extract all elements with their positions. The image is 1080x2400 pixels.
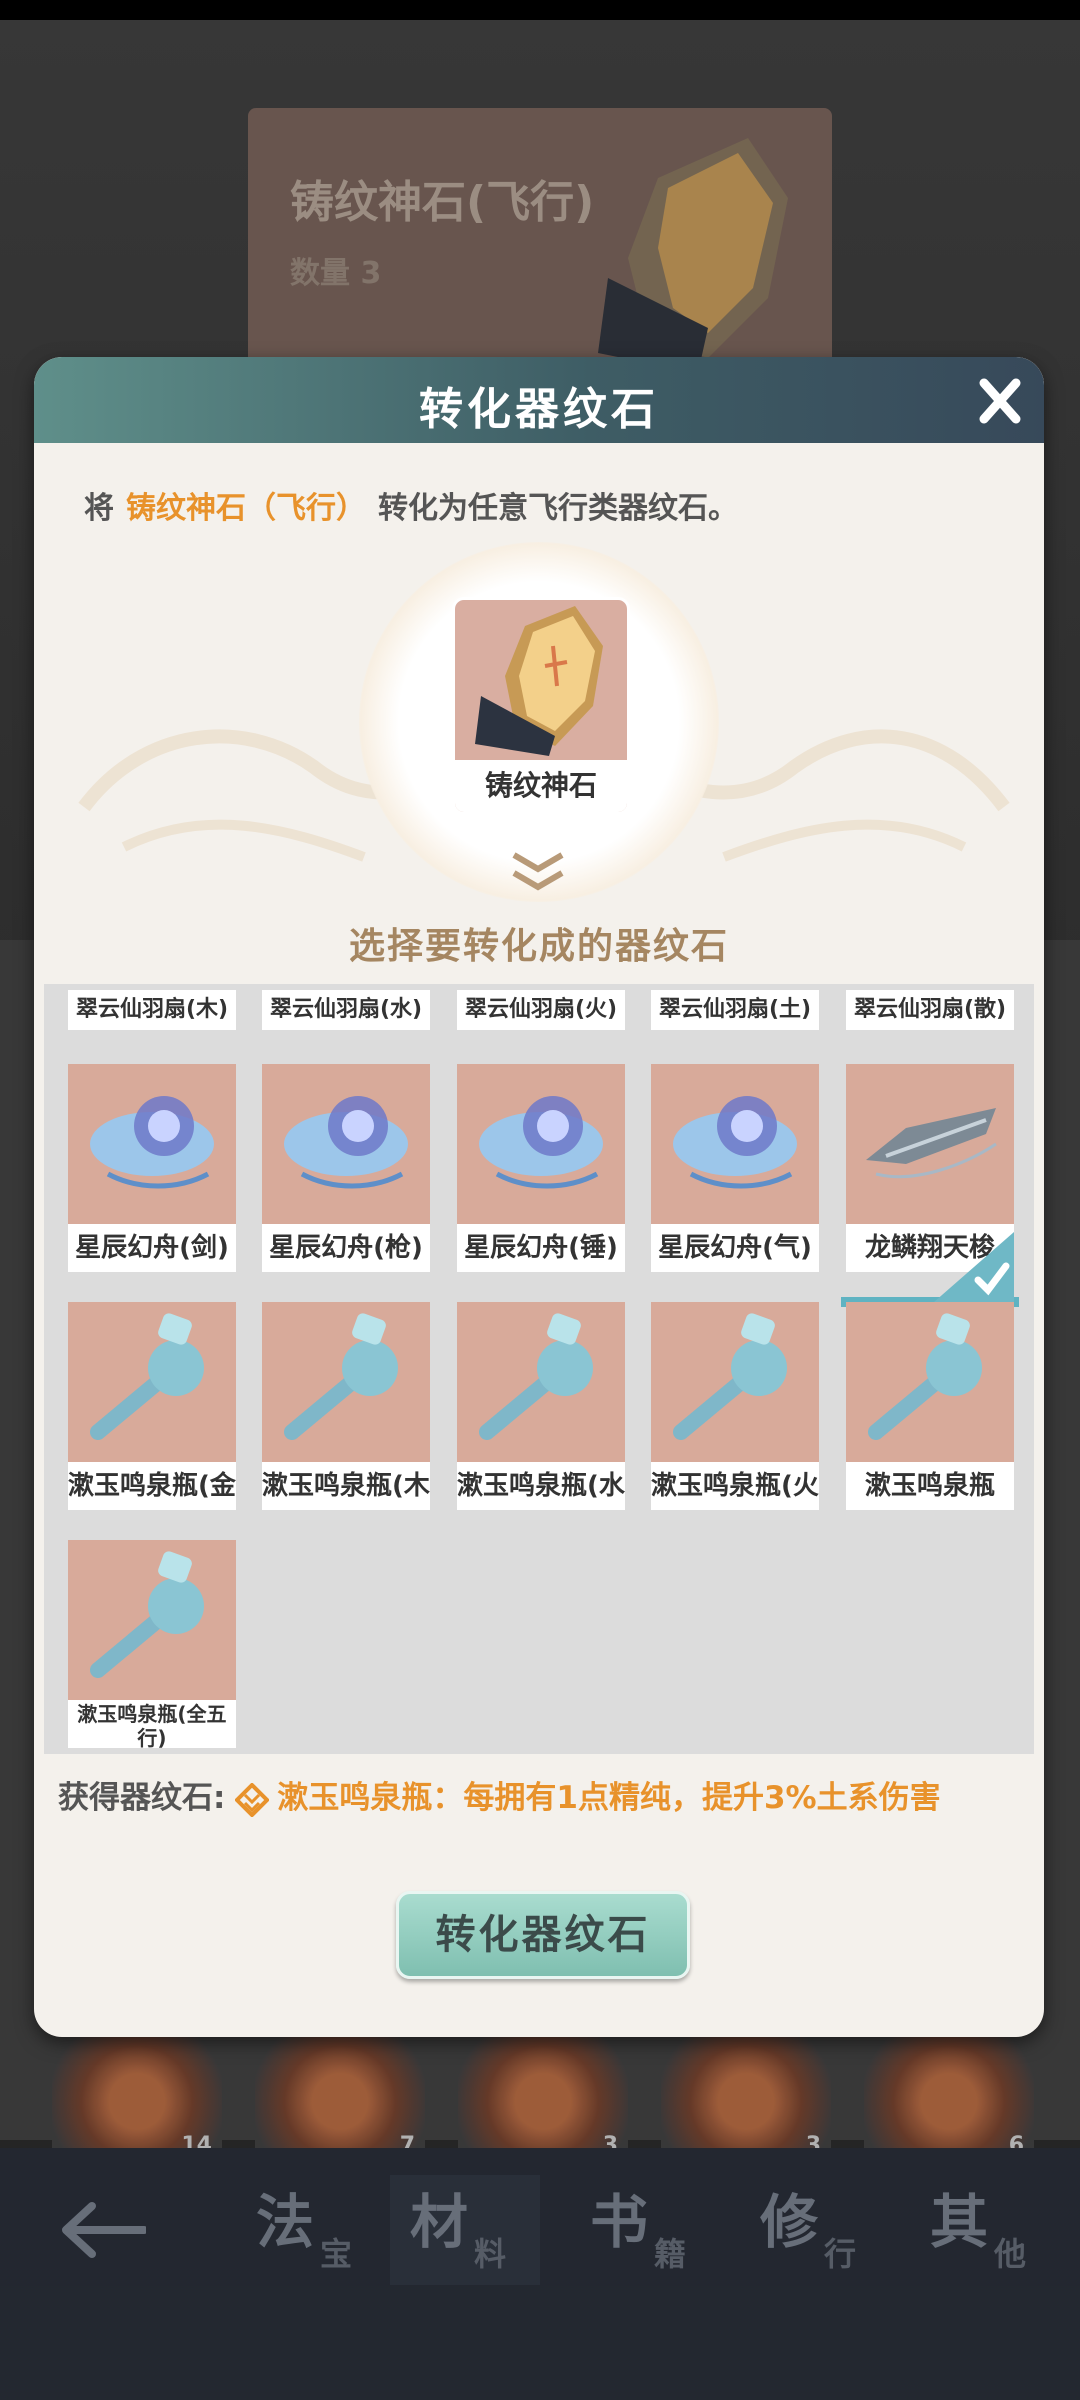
- obtain-label: 获得器纹石:: [58, 1780, 226, 1816]
- chevron-down-icon: [512, 852, 564, 891]
- dialog-title: 转化器纹石: [419, 384, 659, 435]
- convert-dialog: 转化器纹石 将铸纹神石（飞行） 转化为任意飞行类器纹石。 铸纹神石 选择要转化成的…: [34, 357, 1044, 2037]
- dialog-header: 转化器纹石: [34, 357, 1044, 443]
- obtain-effect-text: 漱玉鸣泉瓶：每拥有1点精纯，提升3%土系伤害: [277, 1780, 941, 1816]
- stone-option-label: 漱玉鸣泉瓶(木): [262, 1462, 430, 1510]
- desc-prefix: 将: [84, 491, 114, 526]
- star-boat-icon: [479, 1096, 603, 1189]
- convert-button-label: 转化器纹石: [435, 1912, 651, 1958]
- stone-option-label: 翠云仙羽扇(木): [68, 990, 236, 1030]
- stone-option-label: 翠云仙羽扇(散): [846, 990, 1014, 1030]
- close-icon[interactable]: [970, 371, 1030, 431]
- stone-option-label: 漱玉鸣泉瓶: [846, 1462, 1014, 1510]
- desc-suffix: 转化为任意飞行类器纹石。: [378, 491, 738, 526]
- convert-button[interactable]: 转化器纹石: [396, 1891, 690, 1979]
- stone-option-label: 星辰幻舟(锤): [457, 1224, 625, 1272]
- rune-diamond-icon: [235, 1782, 270, 1817]
- star-boat-icon: [90, 1096, 214, 1189]
- source-item-card: 铸纹神石: [452, 597, 630, 815]
- stone-icon: [475, 606, 603, 756]
- star-boat-icon: [284, 1096, 408, 1189]
- stone-option-label: 星辰幻舟(剑): [68, 1224, 236, 1272]
- jade-bottle-icon: [479, 1313, 593, 1440]
- jade-bottle-icon: [90, 1551, 204, 1678]
- stone-option-label: 漱玉鸣泉瓶(水): [457, 1462, 625, 1510]
- stone-option-label: 翠云仙羽扇(水): [262, 990, 430, 1030]
- checkmark-icon: [934, 1232, 1014, 1302]
- stone-option-label: 漱玉鸣泉瓶(火): [651, 1462, 819, 1510]
- jade-bottle-icon: [284, 1313, 398, 1440]
- dialog-description: 将铸纹神石（飞行） 转化为任意飞行类器纹石。: [84, 483, 738, 527]
- target-stone-grid: 翠云仙羽扇(木) 翠云仙羽扇(水) 翠云仙羽扇(火) 翠云仙羽扇(土) 翠云仙羽…: [44, 984, 1034, 1754]
- stone-option-label: 星辰幻舟(气): [651, 1224, 819, 1272]
- obtain-result: 获得器纹石: 漱玉鸣泉瓶：每拥有1点精纯，提升3%土系伤害: [58, 1772, 1018, 1824]
- dragon-shuttle-icon: [866, 1108, 997, 1179]
- desc-item-name: 铸纹神石（飞行）: [126, 491, 366, 526]
- stone-option-label: 翠云仙羽扇(土): [651, 990, 819, 1030]
- jade-bottle-icon: [868, 1313, 982, 1440]
- source-item-label: 铸纹神石: [455, 760, 627, 812]
- stone-option-label: 漱玉鸣泉瓶(金): [68, 1462, 236, 1510]
- stone-option-label: 翠云仙羽扇(火): [457, 990, 625, 1030]
- jade-bottle-icon: [90, 1313, 204, 1440]
- select-target-title: 选择要转化成的器纹石: [348, 926, 729, 967]
- stone-option-label: 星辰幻舟(枪): [262, 1224, 430, 1272]
- star-boat-icon: [673, 1096, 797, 1189]
- stone-option-label: 漱玉鸣泉瓶(全五行): [68, 1700, 236, 1748]
- jade-bottle-icon: [673, 1313, 787, 1440]
